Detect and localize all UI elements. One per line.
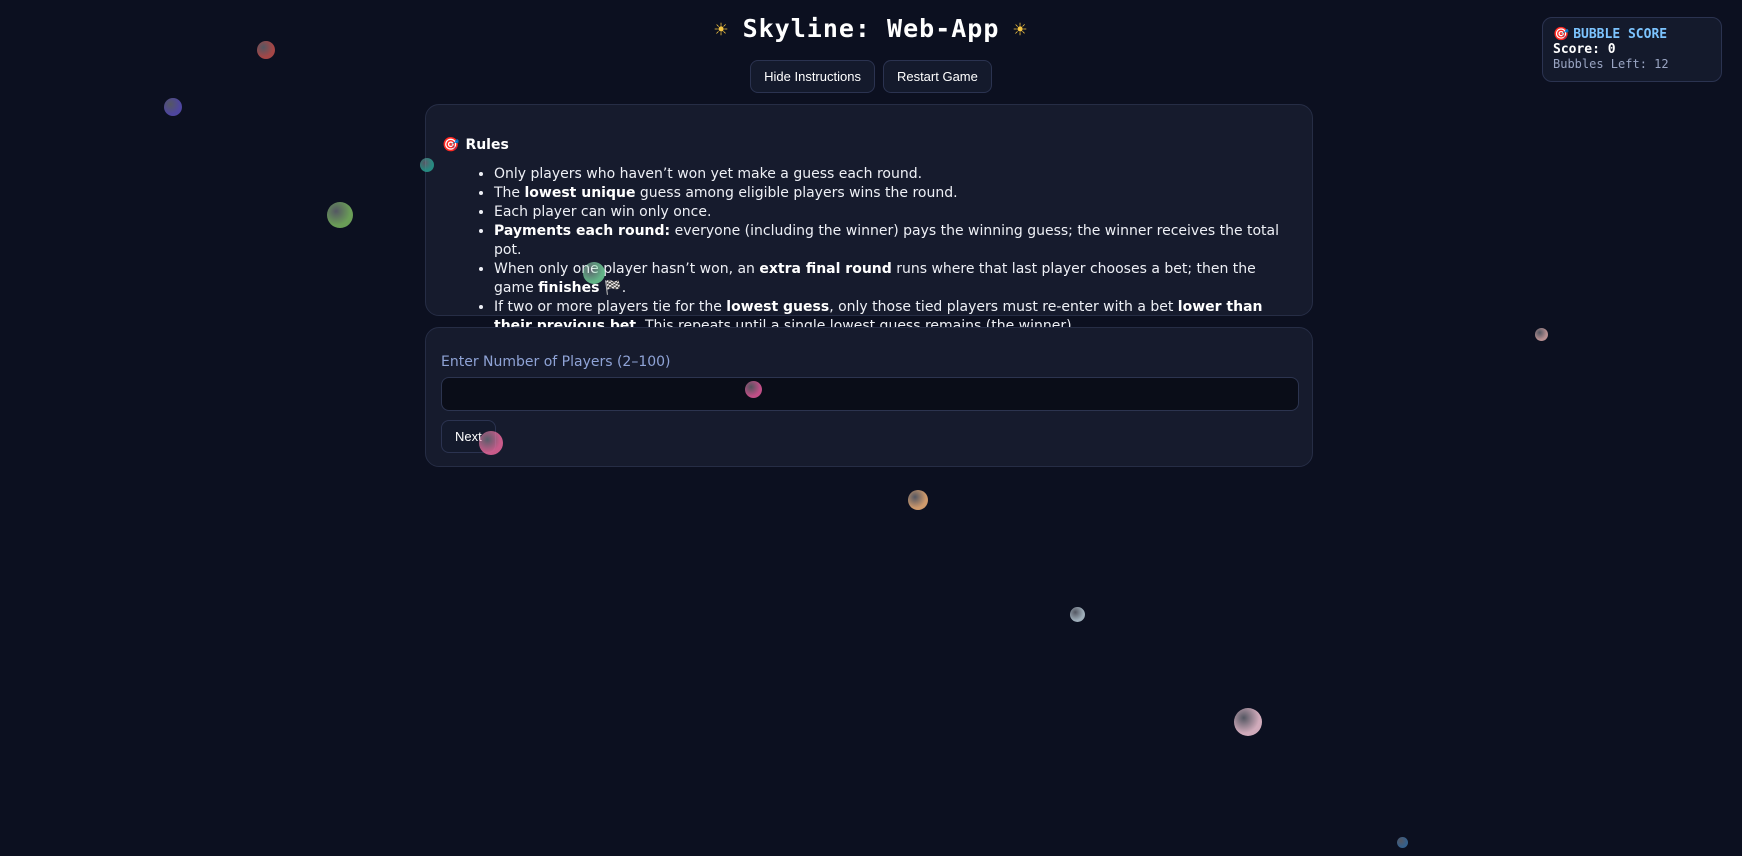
sun-icon: ☀ bbox=[714, 17, 729, 43]
bubble[interactable] bbox=[479, 431, 503, 455]
bubble[interactable] bbox=[1397, 837, 1408, 848]
bubbles-left-readout: Bubbles Left: 12 bbox=[1553, 57, 1669, 71]
rule-item: When only one player hasn’t won, an extr… bbox=[494, 260, 1297, 298]
bubble[interactable] bbox=[327, 202, 353, 228]
player-setup-panel: Enter Number of Players (2–100) Next bbox=[425, 327, 1313, 467]
player-count-input[interactable] bbox=[441, 377, 1299, 411]
target-icon: 🎯 bbox=[442, 137, 460, 153]
top-button-bar: Hide Instructions Restart Game bbox=[0, 60, 1742, 93]
title-text: Skyline: Web-App bbox=[742, 14, 1000, 43]
bubble-score-panel: 🎯 BUBBLE SCORE Score: 0 Bubbles Left: 12 bbox=[1542, 17, 1722, 82]
bubble[interactable] bbox=[1535, 328, 1548, 341]
hide-instructions-button[interactable]: Hide Instructions bbox=[750, 60, 875, 93]
rule-item: Payments each round: everyone (including… bbox=[494, 222, 1297, 260]
restart-game-button[interactable]: Restart Game bbox=[882, 60, 992, 93]
bubble[interactable] bbox=[1234, 708, 1262, 736]
bubble[interactable] bbox=[257, 41, 275, 59]
rule-item: Each player can win only once. bbox=[494, 203, 1297, 222]
bubble-score-title: 🎯 BUBBLE SCORE bbox=[1553, 27, 1668, 42]
bubble[interactable] bbox=[1070, 607, 1085, 622]
bubble[interactable] bbox=[164, 98, 182, 116]
bubble[interactable] bbox=[583, 262, 605, 284]
game-title: ☀ Skyline: Web-App ☀ bbox=[0, 14, 1742, 43]
rules-heading: 🎯 Rules bbox=[442, 137, 1297, 153]
rule-item: The lowest unique guess among eligible p… bbox=[494, 184, 1297, 203]
rules-panel: 🎯 Rules Only players who haven’t won yet … bbox=[425, 104, 1313, 334]
rules-heading-text: Rules bbox=[465, 137, 509, 153]
bubble[interactable] bbox=[745, 381, 762, 398]
sun-icon: ☀ bbox=[1013, 17, 1028, 43]
score-readout: Score: 0 bbox=[1553, 42, 1616, 57]
rules-list: Only players who haven’t won yet make a … bbox=[442, 165, 1297, 336]
target-icon: 🎯 bbox=[1553, 27, 1570, 42]
bubble[interactable] bbox=[908, 490, 928, 510]
player-count-label: Enter Number of Players (2–100) bbox=[441, 354, 671, 370]
rule-item: Only players who haven’t won yet make a … bbox=[494, 165, 1297, 184]
bubble[interactable] bbox=[420, 158, 434, 172]
